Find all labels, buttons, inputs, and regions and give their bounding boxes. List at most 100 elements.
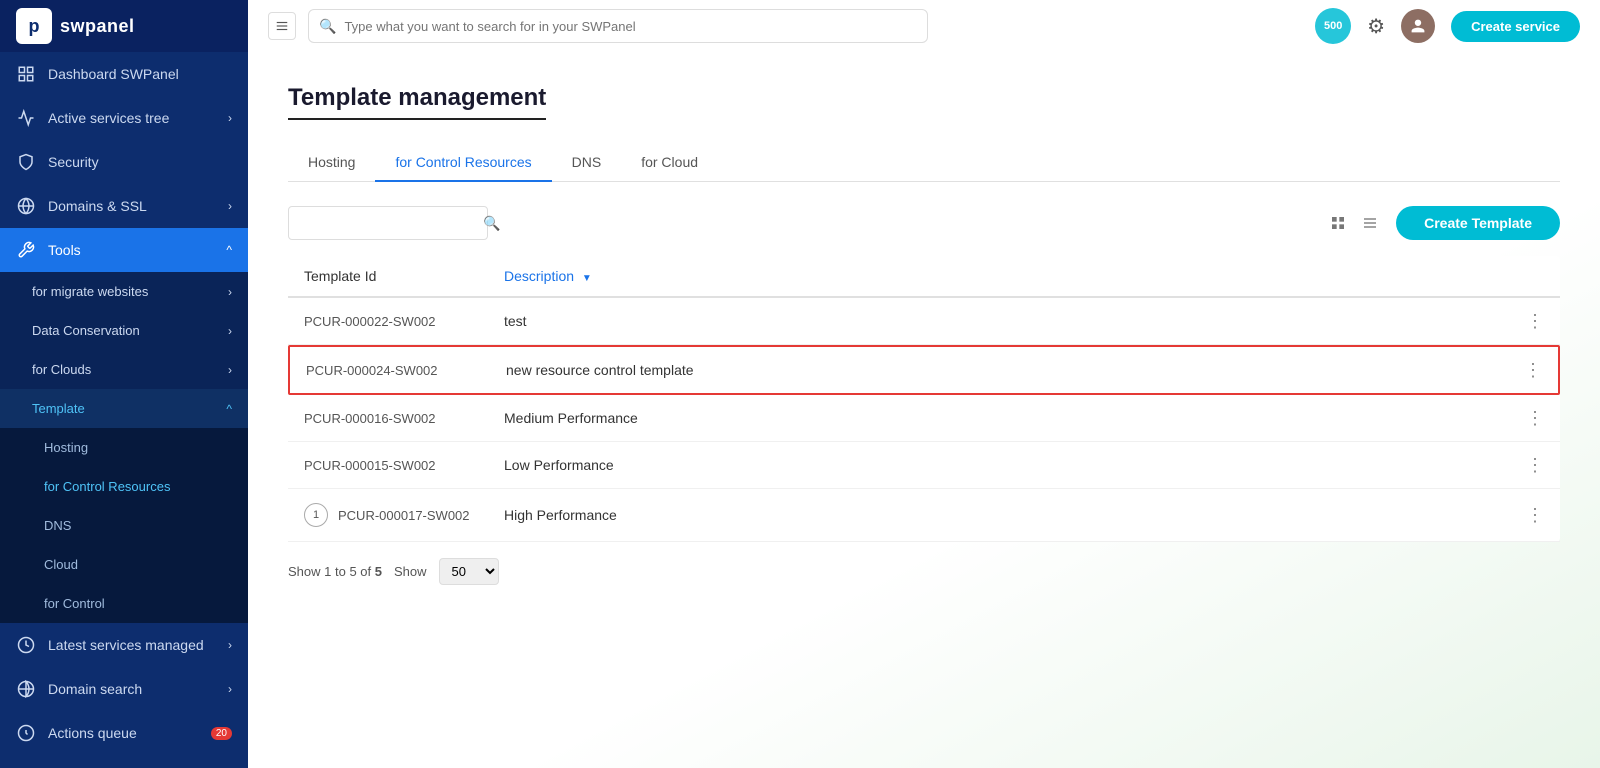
per-page-select[interactable]: 50 10 25 100: [439, 558, 499, 585]
tab-dns[interactable]: DNS: [552, 144, 622, 182]
pagination-show-label: Show: [394, 564, 427, 579]
sidebar-item-dns[interactable]: DNS: [0, 506, 248, 545]
user-avatar[interactable]: [1401, 9, 1435, 43]
table-row-highlighted: PCUR-000024-SW002 new resource control t…: [288, 345, 1560, 395]
actions-queue-badge: 20: [211, 727, 232, 740]
sidebar-item-domain-search[interactable]: Domain search ›: [0, 667, 248, 711]
search-icon: 🔍: [319, 18, 336, 35]
sidebar-item-for-clouds-label: for Clouds: [32, 362, 91, 377]
sidebar-item-cloud[interactable]: Cloud: [0, 545, 248, 584]
sidebar-item-latest-services[interactable]: Latest services managed ›: [0, 623, 248, 667]
description-3: Medium Performance: [504, 410, 1504, 426]
sidebar-item-migrate[interactable]: for migrate websites ›: [0, 272, 248, 311]
row-actions-menu-1[interactable]: ⋮: [1504, 312, 1544, 330]
shield-icon: [16, 152, 36, 172]
col-description[interactable]: Description ▼: [504, 268, 1504, 284]
sidebar-item-security[interactable]: Security: [0, 140, 248, 184]
col-template-id: Template Id: [304, 268, 504, 284]
chevron-down-icon: ›: [228, 199, 232, 213]
sidebar-item-dns-label: DNS: [44, 518, 71, 533]
sidebar-item-data-conservation-label: Data Conservation: [32, 323, 140, 338]
tab-for-control-resources[interactable]: for Control Resources: [375, 144, 551, 182]
grid-icon: [16, 64, 36, 84]
tree-icon: [16, 108, 36, 128]
grid-view-button[interactable]: [1324, 209, 1352, 237]
sidebar-item-data-conservation[interactable]: Data Conservation ›: [0, 311, 248, 350]
tab-for-cloud[interactable]: for Cloud: [621, 144, 718, 182]
template-id-3: PCUR-000016-SW002: [304, 411, 504, 426]
topbar-right: 500 ⚙ Create service: [1315, 8, 1580, 44]
queue-icon: [16, 723, 36, 743]
table-row: PCUR-000015-SW002 Low Performance ⋮: [288, 442, 1560, 489]
logo-icon: p: [16, 8, 52, 44]
row-actions-menu-2[interactable]: ⋮: [1502, 361, 1542, 379]
global-search-input[interactable]: [344, 19, 917, 34]
chevron-right-icon: ›: [228, 111, 232, 125]
sidebar-item-hosting-label: Hosting: [44, 440, 88, 455]
page-title: Template management: [288, 84, 546, 120]
view-toggle: [1324, 209, 1384, 237]
globe-icon: [16, 196, 36, 216]
sidebar-item-for-control[interactable]: for Control: [0, 584, 248, 623]
chevron-right-icon-migrate: ›: [228, 285, 232, 299]
sidebar-item-dashboard-label: Dashboard SWPanel: [48, 66, 179, 82]
tab-bar: Hosting for Control Resources DNS for Cl…: [288, 144, 1560, 182]
page-content: Template management Hosting for Control …: [248, 52, 1600, 768]
template-id-1: PCUR-000022-SW002: [304, 314, 504, 329]
list-view-button[interactable]: [1356, 209, 1384, 237]
tab-hosting[interactable]: Hosting: [288, 144, 375, 182]
create-service-button[interactable]: Create service: [1451, 11, 1580, 42]
tools-icon: [16, 240, 36, 260]
main-content: 🔍 500 ⚙ Create service Template manageme…: [248, 0, 1600, 768]
sidebar-item-hosting[interactable]: Hosting: [0, 428, 248, 467]
sidebar-item-active-services[interactable]: Active services tree ›: [0, 96, 248, 140]
chevron-right-icon-domain: ›: [228, 682, 232, 696]
sidebar-item-template[interactable]: Template ^: [0, 389, 248, 428]
chevron-right-icon-latest: ›: [228, 638, 232, 652]
global-search[interactable]: 🔍: [308, 9, 928, 43]
content-toolbar: 🔍 Create Template: [288, 206, 1560, 240]
sidebar-item-tools[interactable]: Tools ^: [0, 228, 248, 272]
sidebar-item-actions-queue-label: Actions queue: [48, 725, 137, 741]
table-row: PCUR-000016-SW002 Medium Performance ⋮: [288, 395, 1560, 442]
sidebar: p swpanel Dashboard SWPanel Active servi…: [0, 0, 248, 768]
points-badge[interactable]: 500: [1315, 8, 1351, 44]
toolbar-right: Create Template: [1324, 206, 1560, 240]
row-actions-menu-5[interactable]: ⋮: [1504, 506, 1544, 524]
sidebar-item-for-control-label: for Control: [44, 596, 105, 611]
description-4: Low Performance: [504, 457, 1504, 473]
topbar: 🔍 500 ⚙ Create service: [248, 0, 1600, 52]
chevron-right-icon-data: ›: [228, 324, 232, 338]
sort-indicator: ▼: [582, 273, 592, 284]
row-badge-5: 1: [304, 503, 328, 527]
table-search-input[interactable]: [299, 216, 475, 231]
table-header: Template Id Description ▼: [288, 256, 1560, 298]
settings-icon[interactable]: ⚙: [1367, 14, 1385, 39]
filter-search-icon: 🔍: [483, 215, 500, 232]
sidebar-item-domains-label: Domains & SSL: [48, 198, 147, 214]
template-submenu: Hosting for Control Resources DNS Cloud …: [0, 428, 248, 623]
sidebar-item-actions-queue[interactable]: Actions queue 20: [0, 711, 248, 755]
sidebar-item-dashboard[interactable]: Dashboard SWPanel: [0, 52, 248, 96]
table-row: PCUR-000022-SW002 test ⋮: [288, 298, 1560, 345]
sidebar-item-for-clouds[interactable]: for Clouds ›: [0, 350, 248, 389]
template-id-5: PCUR-000017-SW002: [338, 508, 470, 523]
logo[interactable]: p swpanel: [0, 0, 248, 52]
sidebar-item-latest-services-label: Latest services managed: [48, 637, 204, 653]
row-actions-menu-3[interactable]: ⋮: [1504, 409, 1544, 427]
table-row: 1 PCUR-000017-SW002 High Performance ⋮: [288, 489, 1560, 542]
search-globe-icon: [16, 679, 36, 699]
collapse-sidebar-button[interactable]: [268, 12, 296, 40]
row-actions-menu-4[interactable]: ⋮: [1504, 456, 1544, 474]
sidebar-item-domains[interactable]: Domains & SSL ›: [0, 184, 248, 228]
clock-icon: [16, 635, 36, 655]
sidebar-item-for-control-resources[interactable]: for Control Resources: [0, 467, 248, 506]
sidebar-item-cloud-label: Cloud: [44, 557, 78, 572]
sidebar-item-tools-label: Tools: [48, 242, 81, 258]
sidebar-item-active-services-label: Active services tree: [48, 110, 169, 126]
chevron-up-icon-template: ^: [226, 402, 232, 416]
description-5: High Performance: [504, 507, 1504, 523]
table-search[interactable]: 🔍: [288, 206, 488, 240]
sidebar-item-quick-help[interactable]: Quick Help ›: [0, 755, 248, 768]
create-template-button[interactable]: Create Template: [1396, 206, 1560, 240]
